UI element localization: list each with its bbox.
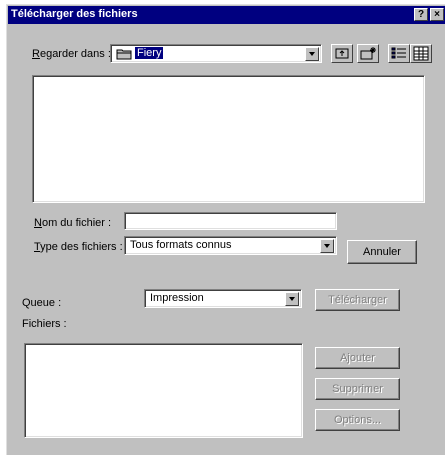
close-button[interactable]: × [430,8,444,21]
chevron-down-icon[interactable] [320,239,334,253]
up-folder-button[interactable] [331,44,353,63]
list-view-button[interactable] [388,44,410,63]
files-label: Fichiers : [22,318,67,330]
chevron-down-icon[interactable] [305,47,319,61]
folder-icon [116,48,132,63]
download-files-dialog: Télécharger des fichiers ? × Regarder da… [6,4,445,455]
options-label: Options... [333,414,382,426]
look-in-label: Regarder dans : [32,48,111,60]
help-button[interactable]: ? [414,8,428,21]
file-list[interactable] [32,75,425,203]
add-label: Ajouter [340,352,375,364]
file-type-combo[interactable]: Tous formats connus [124,236,337,255]
title-bar: Télécharger des fichiers ? × [8,6,445,24]
options-button[interactable]: Options... [315,409,400,431]
file-name-label: Nom du fichier : [34,217,112,229]
add-button[interactable]: Ajouter [315,347,400,369]
queue-value: Impression [150,292,204,304]
remove-button[interactable]: Supprimer [315,378,400,400]
dialog-title: Télécharger des fichiers [11,8,138,20]
file-type-label: Type des fichiers : [34,241,123,253]
details-view-button[interactable] [410,44,432,63]
up-folder-icon [335,48,349,59]
help-icon: ? [417,9,425,20]
queue-label: Queue : [22,297,62,309]
look-in-combo[interactable]: Fiery [110,44,322,63]
queue-combo[interactable]: Impression [144,289,302,308]
list-view-icon [391,47,406,59]
details-view-icon [413,46,429,61]
file-name-input[interactable] [124,212,337,230]
new-folder-button[interactable] [357,44,379,63]
look-in-value: Fiery [135,47,164,59]
remove-label: Supprimer [332,383,383,395]
queued-files-list[interactable] [24,343,303,438]
chevron-down-icon[interactable] [285,292,299,306]
cancel-label: Annuler [363,246,401,258]
new-folder-icon [360,47,376,60]
cancel-button[interactable]: Annuler [347,240,417,264]
close-icon: × [434,9,440,20]
download-button[interactable]: Télécharger [315,289,400,311]
download-label: Télécharger [328,294,387,306]
file-type-value: Tous formats connus [130,239,232,251]
